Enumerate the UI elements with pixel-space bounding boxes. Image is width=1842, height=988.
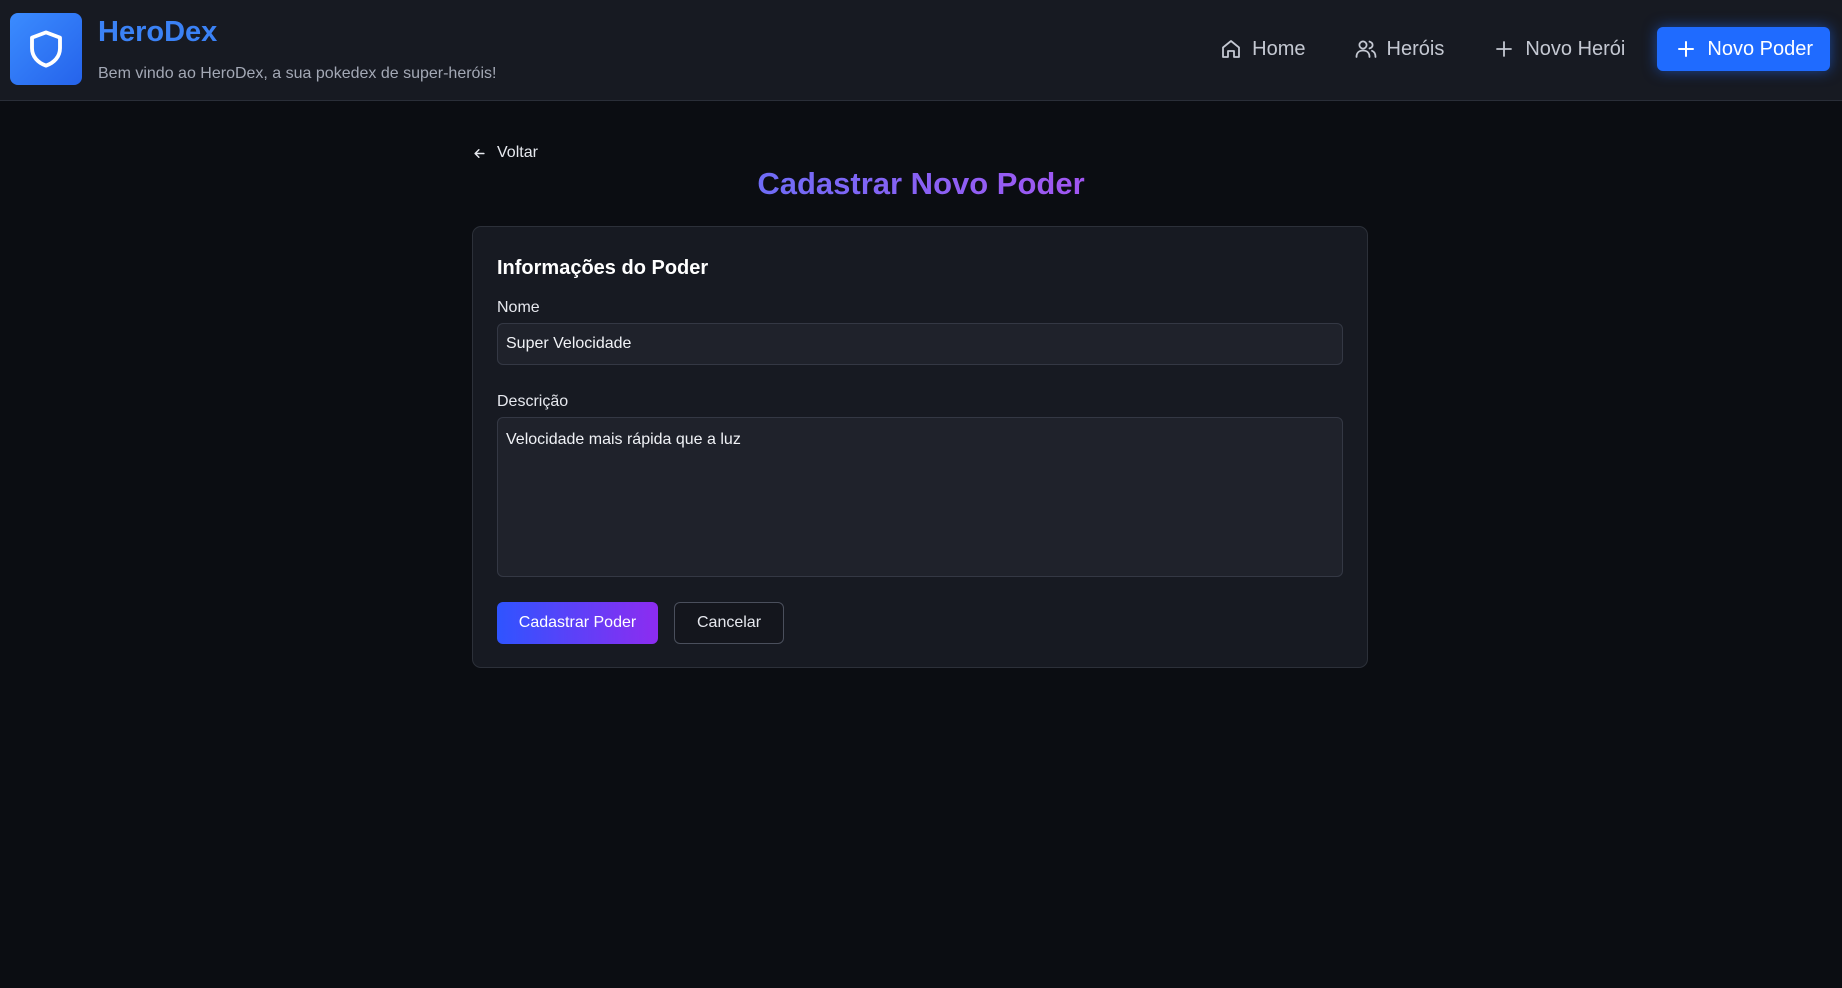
submit-button[interactable]: Cadastrar Poder: [497, 602, 658, 644]
back-label: Voltar: [497, 144, 538, 161]
plus-icon: [1678, 41, 1695, 57]
section-title: Informações do Poder: [497, 257, 709, 279]
page-title-text: Cadastrar Novo Poder: [757, 166, 1085, 201]
power-form-card: Informações do Poder Nome Descrição Velo…: [472, 226, 1368, 668]
nav-item-herois[interactable]: Heróis: [1342, 27, 1457, 71]
app-header: HeroDex Bem vindo ao HeroDex, a sua poke…: [0, 0, 1842, 101]
name-input[interactable]: [497, 323, 1343, 365]
nav-item-label: Novo Herói: [1525, 37, 1626, 60]
users-icon: [1355, 40, 1376, 58]
app-title[interactable]: HeroDex: [98, 16, 217, 49]
nav-item-label: Home: [1252, 37, 1306, 60]
description-label: Descrição: [497, 393, 569, 410]
nav-item-novo-poder[interactable]: Novo Poder: [1657, 27, 1830, 71]
name-label: Nome: [497, 299, 540, 316]
shield-icon: [30, 30, 62, 68]
cancel-button[interactable]: Cancelar: [674, 602, 784, 644]
app-logo[interactable]: [10, 13, 82, 85]
main-nav: Home Heróis Novo Herói Novo Poder: [1183, 27, 1830, 71]
app-subtitle: Bem vindo ao HeroDex, a sua pokedex de s…: [98, 65, 497, 82]
plus-icon: [1496, 41, 1513, 57]
home-icon: [1222, 40, 1241, 58]
page-title: Cadastrar Novo Poder: [0, 166, 1842, 202]
description-textarea[interactable]: Velocidade mais rápida que a luz: [497, 417, 1343, 577]
nav-item-novo-heroi[interactable]: Novo Herói: [1480, 27, 1637, 71]
nav-item-label: Novo Poder: [1707, 37, 1813, 60]
arrow-left-icon: [474, 148, 485, 158]
back-link[interactable]: Voltar: [472, 144, 538, 162]
nav-item-home[interactable]: Home: [1207, 27, 1317, 71]
nav-item-label: Heróis: [1386, 37, 1445, 60]
